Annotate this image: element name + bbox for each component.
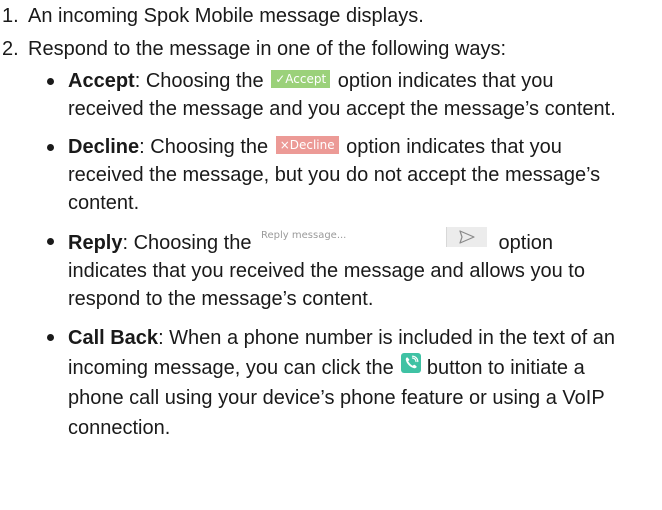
option-call-back: Call Back: When a phone number is includ… xyxy=(0,323,628,443)
option-term: Decline xyxy=(68,136,140,158)
send-button[interactable] xyxy=(446,227,487,247)
step-text: An incoming Spok Mobile message displays… xyxy=(28,5,424,27)
option-term: Accept xyxy=(68,70,135,92)
bullet xyxy=(47,238,54,245)
step-2: 2. Respond to the message in one of the … xyxy=(0,35,662,63)
call-back-button[interactable] xyxy=(401,353,422,373)
step-list: 1. An incoming Spok Mobile message displ… xyxy=(0,2,662,63)
option-reply: Reply: Choosing the Reply message... opt… xyxy=(0,227,628,313)
option-decline: Decline: Choosing the ×Decline option in… xyxy=(0,133,628,217)
response-option-list: Accept: Choosing the ✓Accept option indi… xyxy=(0,67,662,443)
step-number: 1. xyxy=(2,5,19,27)
option-accept: Accept: Choosing the ✓Accept option indi… xyxy=(0,67,628,123)
document-body: 1. An incoming Spok Mobile message displ… xyxy=(0,0,662,453)
decline-button[interactable]: ×Decline xyxy=(275,136,339,154)
reply-placeholder: Reply message... xyxy=(261,230,347,241)
accept-button[interactable]: ✓Accept xyxy=(271,70,331,88)
option-term: Reply xyxy=(68,232,123,254)
reply-message-input[interactable]: Reply message... xyxy=(261,227,487,247)
phone-call-icon xyxy=(406,355,419,369)
bullet xyxy=(47,144,54,151)
option-text-before: : Choosing the xyxy=(139,136,274,158)
option-text-before: : Choosing the xyxy=(134,70,270,92)
step-1: 1. An incoming Spok Mobile message displ… xyxy=(0,2,662,30)
send-arrow-icon xyxy=(459,230,475,244)
step-number: 2. xyxy=(2,38,19,60)
option-text-before: : Choosing the xyxy=(122,232,257,254)
option-term: Call Back xyxy=(68,327,159,349)
bullet xyxy=(47,78,54,85)
step-text: Respond to the message in one of the fol… xyxy=(28,38,507,60)
bullet xyxy=(47,334,54,341)
